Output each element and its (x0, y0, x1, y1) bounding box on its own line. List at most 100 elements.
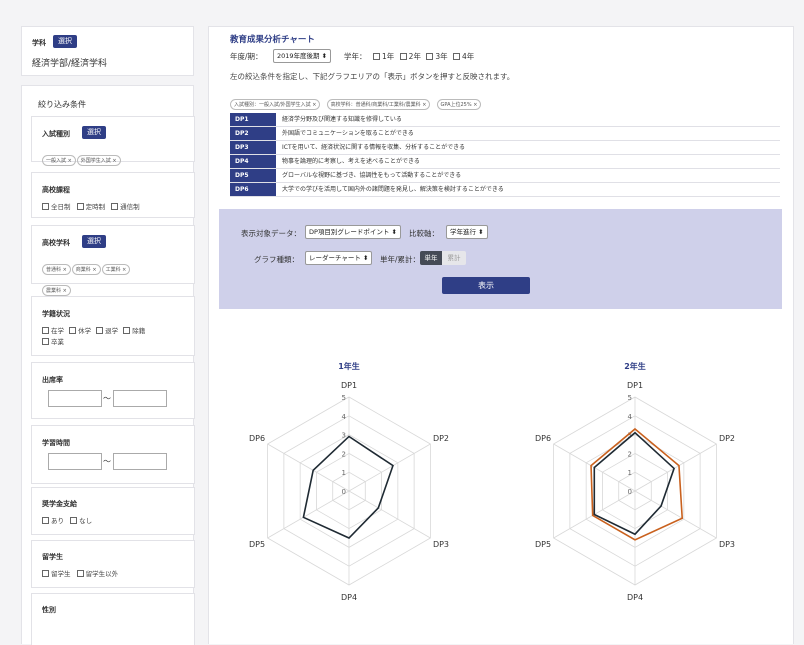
range-tilde: 〜 (103, 394, 111, 403)
grade-option: 1年 (382, 52, 395, 61)
attendance-min-input[interactable] (48, 390, 102, 407)
grade-checkboxes: 1年 2年 3年 4年 (373, 51, 474, 62)
year-label: 年度/期： (230, 52, 263, 61)
enrollment-options-2: 卒業 (42, 336, 64, 346)
checkbox[interactable] (42, 517, 49, 524)
scholarship-title: 奨学金支給 (42, 500, 77, 508)
table-row: DP6 大学での学びを活用して国内外の諸問題を発見し、解決策を検討することができる (230, 183, 780, 197)
checkbox[interactable] (123, 327, 131, 334)
dp-description: 大学での学びを活用して国内外の諸問題を発見し、解決策を検討することができる (282, 186, 504, 193)
checkbox[interactable] (111, 203, 119, 210)
filter-panel: 絞り込み条件 入試種別 選択 一般入試 × 外国学生入試 × 高校課程 全日制 定… (21, 85, 195, 645)
option-label: 留学生以外 (85, 570, 119, 578)
checkbox[interactable] (42, 203, 49, 210)
dp-description: 外国語でコミュニケーションを取ることができる (282, 130, 414, 137)
grade-option: 4年 (462, 52, 475, 61)
entrance-select-button[interactable]: 選択 (82, 126, 106, 139)
checkbox[interactable] (70, 517, 78, 524)
scholarship-card: 奨学金支給 あり なし (31, 487, 195, 535)
option-label: 通信制 (120, 203, 140, 211)
checkbox[interactable] (96, 327, 104, 334)
dept-value: 経済学部/経済学科 (32, 59, 108, 69)
active-filter-chips: 入試種別：一般入試/外国学生入試 × 高校学科：普通科/商業科/工業科/農業科 … (230, 91, 482, 112)
filter-chip[interactable]: 入試種別：一般入試/外国学生入試 × (230, 99, 321, 110)
dp-code: DP6 (230, 183, 276, 196)
grade-option: 2年 (408, 52, 421, 61)
tag-chip[interactable]: 商業科 × (71, 264, 101, 275)
table-row: DP1 経済学分野及び関連する知識を修得している (230, 113, 780, 127)
attendance-card: 出席率 〜 (31, 362, 195, 419)
entrance-tags: 一般入試 × 外国学生入試 × (42, 147, 122, 168)
hs-course-options: 全日制 定時制 通信制 (42, 201, 140, 211)
option-label: 退学 (105, 327, 119, 335)
table-row: DP5 グローバルな視野に基づき、協調性をもって活動することができる (230, 169, 780, 183)
option-label: なし (79, 517, 93, 525)
checkbox[interactable] (42, 570, 49, 577)
option-label: 定時制 (85, 203, 106, 211)
study-time-card: 学習時間 〜 (31, 425, 195, 484)
checkbox[interactable] (42, 327, 49, 334)
dp-description: 経済学分野及び関連する知識を修得している (282, 116, 402, 123)
tag-chip[interactable]: 工業科 × (101, 264, 131, 275)
mode-cumulative-button[interactable]: 累計 (442, 251, 466, 265)
data-label: 表示対象データ： (241, 229, 301, 238)
study-time-min-input[interactable] (48, 453, 102, 470)
dp-description: 物事を論理的に考察し、考えを述べることができる (282, 158, 420, 165)
checkbox[interactable] (426, 53, 434, 60)
dp-description: グローバルな視野に基づき、協調性をもって活動することができる (282, 172, 462, 179)
table-row: DP3 ICTを用いて、経済状況に関する情報を収集、分析することができる (230, 141, 780, 155)
dept-panel: 学科 選択 経済学部/経済学科 (21, 26, 194, 76)
hs-subject-card: 高校学科 選択 普通科 × 商業科 × 工業科 × 農業科 × (31, 225, 195, 296)
mode-single-button[interactable]: 単年 (420, 251, 442, 265)
range-tilde: 〜 (103, 457, 111, 466)
checkbox[interactable] (69, 327, 77, 334)
dp-code: DP2 (230, 127, 276, 140)
dp-code: DP1 (230, 113, 276, 126)
checkbox[interactable] (453, 53, 461, 60)
checkbox[interactable] (76, 570, 84, 577)
axis-label: 比較軸： (409, 229, 439, 238)
tag-chip[interactable]: 農業科 × (42, 285, 71, 296)
data-select[interactable]: DP項目別グレードポイント ⬍ (305, 225, 401, 239)
dp-code: DP5 (230, 169, 276, 182)
checkbox[interactable] (42, 338, 49, 345)
tag-chip[interactable]: 一般入試 × (42, 155, 76, 166)
hs-subject-title: 高校学科 (42, 239, 70, 247)
checkbox[interactable] (399, 53, 407, 60)
scholarship-options: あり なし (42, 515, 92, 525)
instruction-text: 左の絞込条件を指定し、下記グラフエリアの「表示」ボタンを押すと反映されます。 (230, 72, 515, 81)
study-time-max-input[interactable] (113, 453, 167, 470)
dept-select-button[interactable]: 選択 (53, 35, 77, 48)
intl-options: 留学生 留学生以外 (42, 568, 118, 578)
gender-title: 性別 (42, 606, 56, 614)
enrollment-options: 在学 休学 退学 除籍 (42, 325, 145, 335)
type-label: グラフ種類： (254, 255, 299, 264)
attendance-title: 出席率 (42, 376, 63, 384)
tag-chip[interactable]: 普通科 × (42, 264, 71, 275)
option-label: 留学生 (51, 570, 71, 578)
grade-option: 3年 (435, 52, 448, 61)
study-time-title: 学習時間 (42, 439, 70, 447)
hs-course-title: 高校課程 (42, 186, 70, 194)
axis-select[interactable]: 学年進行 ⬍ (446, 225, 488, 239)
hs-subject-tags: 普通科 × 商業科 × 工業科 × 農業科 × (42, 256, 152, 298)
checkbox[interactable] (76, 203, 84, 210)
enrollment-card: 学籍状況 在学 休学 退学 除籍 卒業 (31, 296, 195, 356)
table-row: DP2 外国語でコミュニケーションを取ることができる (230, 127, 780, 141)
dp-description: ICTを用いて、経済状況に関する情報を収集、分析することができる (282, 144, 466, 151)
hs-subject-select-button[interactable]: 選択 (82, 235, 106, 248)
filter-chip[interactable]: 高校学科：普通科/商業科/工業科/農業科 × (326, 99, 431, 110)
option-label: あり (51, 517, 64, 525)
mode-label: 単年/累計： (380, 255, 421, 264)
enrollment-title: 学籍状況 (42, 310, 70, 318)
show-button[interactable]: 表示 (442, 277, 530, 294)
attendance-max-input[interactable] (113, 390, 167, 407)
filter-chip[interactable]: GPA上位25% × (436, 99, 482, 110)
checkbox[interactable] (373, 53, 380, 60)
year-select[interactable]: 2019年度後期 ⬍ (273, 49, 332, 63)
table-row: DP4 物事を論理的に考察し、考えを述べることができる (230, 155, 780, 169)
gender-card: 性別 (31, 593, 195, 645)
option-label: 卒業 (51, 338, 64, 346)
tag-chip[interactable]: 外国学生入試 × (76, 155, 121, 166)
type-select[interactable]: レーダーチャート ⬍ (305, 251, 373, 265)
